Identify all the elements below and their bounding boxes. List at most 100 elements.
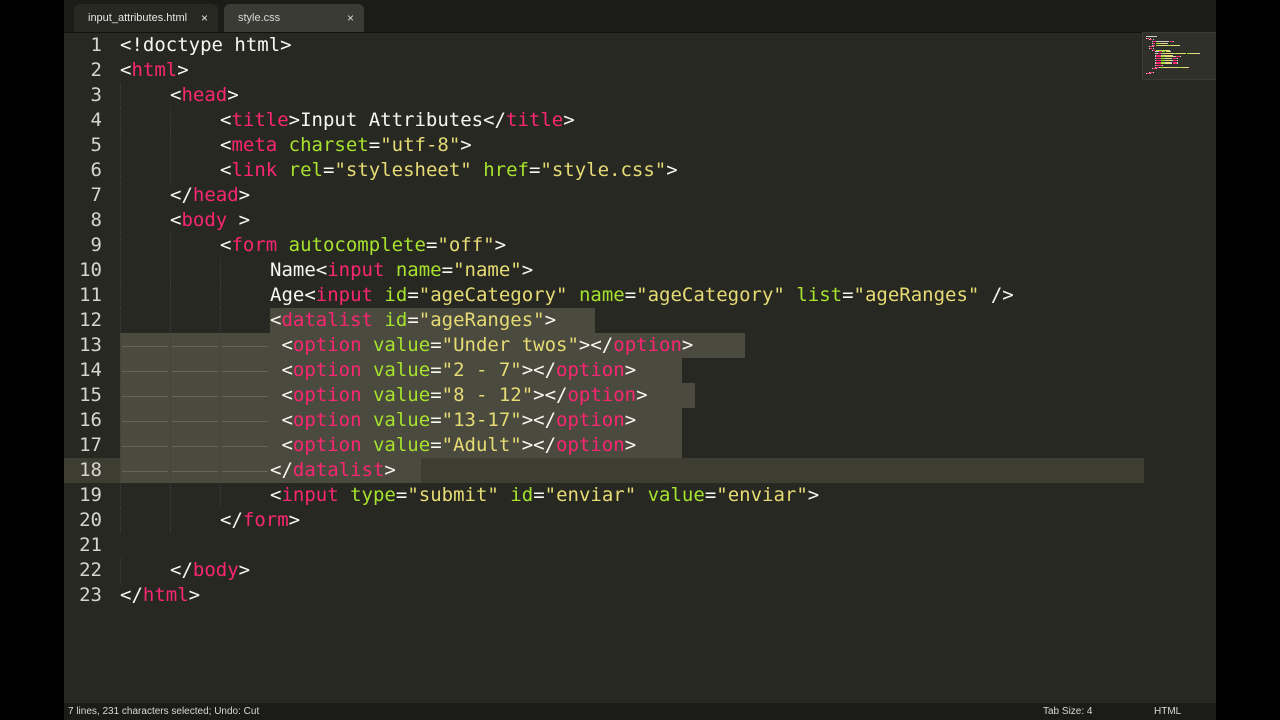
code-token: > — [460, 134, 472, 156]
code-token: = — [528, 159, 541, 181]
indent-guide — [120, 358, 121, 383]
indent-guide — [120, 508, 121, 533]
code-token: ></ — [521, 409, 557, 431]
tab-style-css[interactable]: style.css × — [224, 4, 364, 32]
code-line[interactable]: <input type="submit" id="enviar" value="… — [270, 483, 819, 508]
code-token: > — [681, 334, 694, 356]
whitespace-marker — [222, 446, 268, 447]
whitespace-marker — [172, 346, 218, 347]
code-line[interactable]: <option value="Adult"></option> — [270, 433, 636, 458]
code-line[interactable]: Age<input id="ageCategory" name="ageCate… — [270, 283, 1014, 308]
code-line[interactable]: <option value="8 - 12"></option> — [270, 383, 647, 408]
whitespace-marker — [172, 396, 218, 397]
code-token: input — [327, 259, 385, 281]
code-token: /> — [979, 284, 1014, 306]
code-line[interactable]: Name<input name="name"> — [270, 258, 533, 283]
code-line[interactable]: <option value="2 - 7"></option> — [270, 358, 636, 383]
status-syntax[interactable]: HTML — [1154, 703, 1181, 720]
code-token: id — [384, 309, 408, 331]
code-token: "submit" — [407, 484, 499, 506]
code-line[interactable]: <option value="13-17"></option> — [270, 408, 636, 433]
code-token: = — [368, 134, 381, 156]
indent-guide — [120, 558, 121, 583]
status-tab-size[interactable]: Tab Size: 4 — [1043, 703, 1092, 720]
code-token: name — [395, 259, 442, 281]
code-token: = — [407, 284, 419, 306]
indent-guide — [120, 308, 121, 333]
indent-guide — [170, 408, 171, 433]
code-token: = — [430, 434, 442, 456]
code-token: "ageRanges" — [853, 284, 980, 306]
indent-guide — [120, 383, 121, 408]
line-number: 7 — [90, 184, 102, 206]
code-line[interactable]: <form autocomplete="off"> — [220, 233, 506, 258]
code-token: "13-17" — [441, 409, 522, 431]
code-line[interactable]: </head> — [170, 183, 250, 208]
indent-guide — [120, 483, 121, 508]
code-token: < — [220, 134, 232, 156]
code-line[interactable]: <body > — [170, 208, 250, 233]
code-line[interactable]: <!doctype html> — [120, 33, 292, 58]
indent-guide — [170, 258, 171, 283]
code-token: > — [188, 584, 201, 606]
minimap[interactable] — [1142, 32, 1216, 80]
code-token: id — [510, 484, 534, 506]
line-number: 2 — [90, 59, 102, 81]
indent-guide — [170, 483, 171, 508]
tab-label: input_attributes.html — [88, 12, 188, 24]
code-line[interactable]: <link rel="stylesheet" href="style.css"> — [220, 158, 678, 183]
code-line[interactable]: </html> — [120, 583, 200, 608]
code-token: = — [407, 309, 419, 331]
indent-guide — [120, 108, 121, 133]
code-token: < — [120, 59, 132, 81]
indent-guide — [170, 508, 171, 533]
code-token: < — [270, 309, 282, 331]
code-line[interactable]: </datalist> — [270, 458, 396, 483]
code-token: "ageCategory" — [418, 284, 568, 306]
whitespace-marker — [122, 446, 168, 447]
code-token: = — [395, 484, 408, 506]
indent-guide — [220, 483, 221, 508]
code-token: > — [494, 234, 507, 256]
indent-guide — [170, 108, 171, 133]
indent-guide — [170, 433, 171, 458]
code-line[interactable]: <head> — [170, 83, 239, 108]
code-token: href — [483, 159, 529, 181]
code-line[interactable]: <datalist id="ageRanges"> — [270, 308, 556, 333]
code-token: > — [238, 184, 251, 206]
minimap-mark — [1177, 53, 1187, 54]
code-token: value — [372, 409, 431, 431]
indent-guide — [120, 283, 121, 308]
code-line[interactable]: <option value="Under twos"></option> — [270, 333, 693, 358]
line-number: 23 — [79, 584, 102, 606]
indent-guide — [220, 308, 221, 333]
code-token: < — [170, 84, 182, 106]
code-line[interactable]: <meta charset="utf-8"> — [220, 133, 472, 158]
line-number: 16 — [79, 409, 102, 431]
tab-input-attributes-html[interactable]: input_attributes.html × — [74, 4, 218, 32]
status-bar: 7 lines, 231 characters selected; Undo: … — [64, 703, 1216, 720]
code-token: > — [666, 159, 678, 181]
code-token: value — [647, 484, 705, 506]
whitespace-marker — [122, 471, 168, 472]
tab-bar: input_attributes.html × style.css × — [64, 0, 1216, 33]
code-line[interactable]: </body> — [170, 558, 250, 583]
code-line[interactable]: <html> — [120, 58, 189, 83]
code-token: < — [270, 359, 293, 381]
line-number-gutter: 1 2 3 4 5 6 7 8 9 10 11 12 13 14 15 16 17 18 19 20 21 22 23 — [64, 32, 104, 704]
code-token: title — [506, 109, 564, 131]
editor-window: input_attributes.html × style.css × <!do… — [64, 0, 1216, 720]
whitespace-marker — [172, 471, 218, 472]
close-icon[interactable]: × — [347, 11, 354, 25]
code-line[interactable]: </form> — [220, 508, 300, 533]
whitespace-marker — [222, 396, 268, 397]
close-icon[interactable]: × — [201, 11, 208, 25]
code-area[interactable]: <!doctype html> <html> <head> <title>Input … — [64, 32, 1144, 704]
whitespace-marker — [222, 346, 268, 347]
code-line[interactable]: <title>Input Attributes</title> — [220, 108, 575, 133]
indent-guide — [220, 408, 221, 433]
